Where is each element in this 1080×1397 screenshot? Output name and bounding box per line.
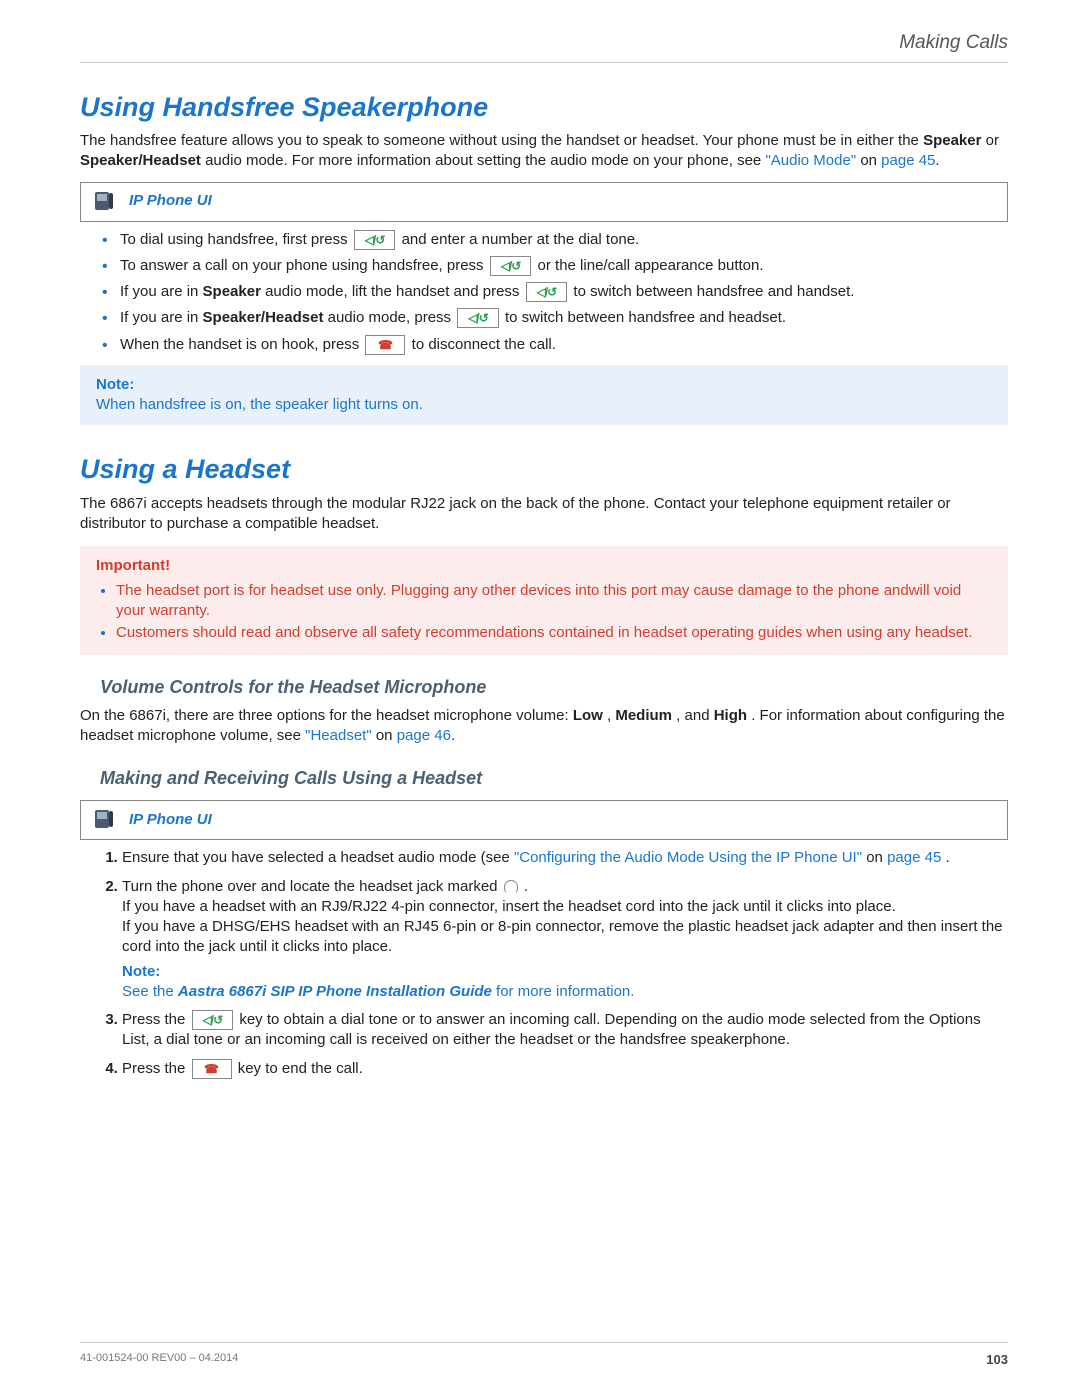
- speaker-key-icon: ◁/↺: [354, 230, 396, 250]
- heading-handsfree: Using Handsfree Speakerphone: [80, 89, 1008, 125]
- important-heading: Important!: [96, 556, 992, 576]
- subheading-making-calls: Making and Receiving Calls Using a Heads…: [100, 766, 1008, 790]
- page-header: Making Calls: [80, 30, 1008, 63]
- text: key to end the call.: [238, 1060, 363, 1077]
- text: audio mode. For more information about s…: [205, 152, 765, 169]
- note-body: When handsfree is on, the speaker light …: [96, 395, 992, 415]
- link-page-46[interactable]: page 46: [397, 727, 451, 744]
- text-bold: Medium: [615, 707, 672, 724]
- text: to switch between handsfree and headset.: [505, 309, 786, 326]
- note-heading: Note:: [122, 963, 160, 980]
- text: audio mode, press: [328, 309, 456, 326]
- text: When the handset is on hook, press: [120, 336, 363, 353]
- text: If you are in: [120, 309, 203, 326]
- phone-icon: [91, 189, 117, 215]
- note-box: Note: When handsfree is on, the speaker …: [80, 365, 1008, 426]
- link-page-45[interactable]: page 45: [887, 849, 941, 866]
- inline-note: Note: See the Aastra 6867i SIP IP Phone …: [122, 962, 1008, 1003]
- text: .: [945, 849, 949, 866]
- important-box: Important! The headset port is for heads…: [80, 546, 1008, 655]
- list-item: When the handset is on hook, press ☎ to …: [102, 335, 1008, 355]
- heading-headset: Using a Headset: [80, 451, 1008, 487]
- text: or: [986, 132, 999, 149]
- link-page-45[interactable]: page 45: [881, 152, 935, 169]
- steps-list: Ensure that you have selected a headset …: [100, 848, 1008, 1079]
- doc-id: 41-001524-00 REV00 – 04.2014: [80, 1351, 238, 1369]
- speaker-key-icon: ◁/↺: [192, 1010, 234, 1030]
- hangup-key-icon: ☎: [192, 1059, 232, 1079]
- link-headset[interactable]: "Headset": [305, 727, 372, 744]
- text: audio mode, lift the handset and press: [265, 283, 524, 300]
- subheading-volume: Volume Controls for the Headset Micropho…: [100, 675, 1008, 699]
- text: to disconnect the call.: [412, 336, 556, 353]
- ui-box-label: IP Phone UI: [129, 810, 212, 830]
- step-item: Press the ◁/↺ key to obtain a dial tone …: [122, 1010, 1008, 1051]
- text-bold-italic: Aastra 6867i SIP IP Phone Installation G…: [178, 983, 492, 1000]
- speaker-key-icon: ◁/↺: [526, 282, 568, 302]
- ui-box-ip-phone: IP Phone UI: [80, 800, 1008, 840]
- text: on: [860, 152, 881, 169]
- text-bold: Speaker: [203, 283, 261, 300]
- text: To dial using handsfree, first press: [120, 231, 352, 248]
- document-page: Making Calls Using Handsfree Speakerphon…: [0, 0, 1080, 1397]
- text: on: [376, 727, 397, 744]
- headset-jack-icon: [504, 880, 518, 894]
- text: Press the: [122, 1060, 190, 1077]
- note-heading: Note:: [96, 375, 992, 395]
- page-footer: 41-001524-00 REV00 – 04.2014 103: [80, 1342, 1008, 1369]
- text: On the 6867i, there are three options fo…: [80, 707, 573, 724]
- text: The handsfree feature allows you to spea…: [80, 132, 923, 149]
- ui-box-ip-phone: IP Phone UI: [80, 182, 1008, 222]
- list-item: If you are in Speaker audio mode, lift t…: [102, 282, 1008, 302]
- text-bold: Low: [573, 707, 603, 724]
- speaker-key-icon: ◁/↺: [490, 256, 532, 276]
- text-bold: High: [714, 707, 747, 724]
- text: Turn the phone over and locate the heads…: [122, 878, 502, 895]
- text: for more information.: [496, 983, 634, 1000]
- paragraph: On the 6867i, there are three options fo…: [80, 706, 1008, 747]
- text-bold: Speaker: [923, 132, 981, 149]
- text: If you have a headset with an RJ9/RJ22 4…: [122, 898, 896, 915]
- page-number: 103: [986, 1351, 1008, 1369]
- step-item: Ensure that you have selected a headset …: [122, 848, 1008, 868]
- paragraph: The handsfree feature allows you to spea…: [80, 131, 1008, 172]
- hangup-key-icon: ☎: [365, 335, 405, 355]
- text: or the line/call appearance button.: [538, 257, 764, 274]
- bullet-list: To dial using handsfree, first press ◁/↺…: [102, 230, 1008, 355]
- text: .: [524, 878, 528, 895]
- list-item: Customers should read and observe all sa…: [116, 623, 992, 643]
- link-audio-mode[interactable]: "Audio Mode": [765, 152, 856, 169]
- text: See the: [122, 983, 178, 1000]
- step-item: Turn the phone over and locate the heads…: [122, 877, 1008, 1003]
- text-bold: Speaker/Headset: [203, 309, 324, 326]
- text: to switch between handsfree and handset.: [573, 283, 854, 300]
- list-item: The headset port is for headset use only…: [116, 581, 992, 622]
- list-item: To answer a call on your phone using han…: [102, 256, 1008, 276]
- note-body: See the Aastra 6867i SIP IP Phone Instal…: [122, 983, 634, 1000]
- text: Ensure that you have selected a headset …: [122, 849, 514, 866]
- speaker-key-icon: ◁/↺: [457, 308, 499, 328]
- text: Press the: [122, 1011, 190, 1028]
- step-item: Press the ☎ key to end the call.: [122, 1059, 1008, 1079]
- text: , and: [676, 707, 714, 724]
- phone-icon: [91, 807, 117, 833]
- text: and enter a number at the dial tone.: [402, 231, 640, 248]
- paragraph: The 6867i accepts headsets through the m…: [80, 494, 1008, 535]
- link-configuring-audio[interactable]: "Configuring the Audio Mode Using the IP…: [514, 849, 862, 866]
- text: To answer a call on your phone using han…: [120, 257, 488, 274]
- important-list: The headset port is for headset use only…: [96, 581, 992, 644]
- breadcrumb: Making Calls: [80, 30, 1008, 56]
- ui-box-label: IP Phone UI: [129, 191, 212, 211]
- text: If you are in: [120, 283, 203, 300]
- list-item: To dial using handsfree, first press ◁/↺…: [102, 230, 1008, 250]
- text: on: [866, 849, 887, 866]
- list-item: If you are in Speaker/Headset audio mode…: [102, 308, 1008, 328]
- text: key to obtain a dial tone or to answer a…: [122, 1011, 981, 1048]
- text: If you have a DHSG/EHS headset with an R…: [122, 918, 1003, 955]
- text-bold: Speaker/Headset: [80, 152, 201, 169]
